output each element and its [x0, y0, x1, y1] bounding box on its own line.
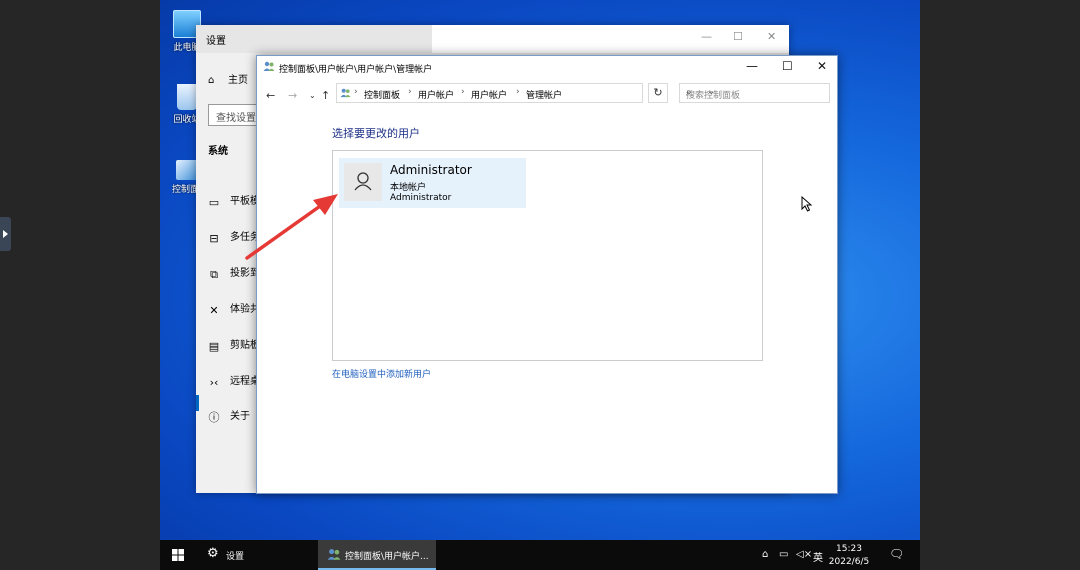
settings-item-label: 关于 [230, 411, 250, 422]
settings-search-input[interactable]: 查找设置 [208, 104, 262, 126]
taskbar: ⚙ 设置 控制面板\用户帐户... ⌂ ▭ ◁× 英 15:23 2022/6/… [160, 540, 920, 570]
settings-category: 系统 [208, 146, 228, 157]
minimize-icon[interactable]: — [701, 30, 712, 43]
shared-experience-icon: ✕ [209, 304, 219, 317]
search-icon: ⌕ [686, 87, 692, 98]
cp-titlebar[interactable]: 控制面板\用户帐户\用户帐户\管理帐户 — ☐ ✕ [257, 56, 837, 78]
taskbar-clock[interactable]: 15:23 2022/6/5 [824, 543, 874, 569]
breadcrumb-manage-accounts[interactable]: 管理帐户 [526, 88, 562, 101]
account-group: Administrator [390, 193, 452, 203]
info-icon: ⓘ [208, 411, 220, 424]
back-arrow-icon[interactable]: ← [266, 89, 275, 102]
clipboard-icon: ▤ [208, 340, 220, 353]
account-list: Administrator 本地帐户 Administrator [332, 150, 763, 361]
breadcrumb-separator[interactable]: › [461, 87, 465, 97]
windows-logo-icon [172, 549, 184, 561]
users-icon [263, 61, 275, 72]
account-type: 本地帐户 [390, 183, 427, 193]
breadcrumb-separator[interactable]: › [408, 87, 412, 97]
refresh-button[interactable]: ↻ [648, 83, 668, 103]
gear-icon: ⚙ [207, 546, 219, 561]
minimize-icon[interactable]: — [746, 59, 758, 73]
breadcrumb-control-panel[interactable]: 控制面板 [364, 88, 400, 101]
taskbar-control-panel-label: 控制面板\用户帐户... [345, 552, 429, 562]
mouse-cursor-icon [801, 196, 812, 212]
refresh-icon: ↻ [653, 86, 663, 99]
cp-window-title: 控制面板\用户帐户\用户帐户\管理帐户 [279, 65, 433, 75]
active-item-indicator [196, 395, 199, 411]
taskbar-settings-label: 设置 [226, 552, 245, 562]
maximize-icon[interactable]: ☐ [733, 30, 743, 43]
multitasking-icon: ⊟ [209, 232, 219, 245]
settings-item-clipboard[interactable]: ▤ 剪贴板 [208, 336, 260, 353]
ime-indicator[interactable]: 英 [813, 549, 823, 564]
control-panel-icon [176, 160, 198, 180]
users-icon [327, 549, 341, 560]
settings-search-placeholder: 查找设置 [216, 113, 256, 124]
account-tile-administrator[interactable]: Administrator 本地帐户 Administrator [339, 158, 526, 208]
up-arrow-icon[interactable]: ↑ [321, 89, 330, 102]
account-name: Administrator [390, 163, 472, 177]
settings-home[interactable]: ⌂ 主页 [208, 71, 248, 86]
breadcrumb-separator[interactable]: › [354, 87, 358, 97]
recycle-bin-icon [177, 84, 197, 110]
network-icon[interactable]: ▭ [779, 549, 788, 560]
remote-desktop-icon: ›‹ [209, 376, 219, 389]
users-icon [340, 88, 351, 98]
close-icon[interactable]: ✕ [767, 30, 776, 43]
breadcrumb-separator[interactable]: › [516, 87, 520, 97]
breadcrumb-user-accounts-2[interactable]: 用户帐户 [471, 88, 507, 101]
settings-title: 设置 [206, 36, 226, 47]
address-bar[interactable]: › 控制面板 › 用户帐户 › 用户帐户 › 管理帐户 ⌄ [336, 83, 715, 103]
close-icon[interactable]: ✕ [817, 59, 827, 73]
settings-item-about[interactable]: ⓘ 关于 [208, 407, 251, 424]
tablet-icon: ▭ [208, 196, 220, 209]
home-icon: ⌂ [208, 75, 215, 86]
maximize-icon[interactable]: ☐ [782, 59, 793, 73]
clock-date: 2022/6/5 [828, 557, 870, 567]
usb-device-icon[interactable]: ⌂ [762, 549, 768, 560]
control-panel-window: 控制面板\用户帐户\用户帐户\管理帐户 — ☐ ✕ ← → ⌄ ↑ › 控制面板… [256, 55, 838, 494]
volume-muted-icon[interactable]: ◁× [796, 549, 812, 560]
settings-home-label: 主页 [228, 75, 248, 86]
clock-time: 15:23 [836, 544, 862, 554]
user-avatar-icon [344, 163, 382, 201]
taskbar-settings-button[interactable]: ⚙ 设置 [201, 540, 316, 570]
settings-titlebar[interactable]: 设置 — ☐ ✕ [196, 25, 789, 53]
cp-search-input[interactable]: 搜索控制面板 ⌕ [679, 83, 830, 103]
breadcrumb-user-accounts[interactable]: 用户帐户 [418, 88, 454, 101]
page-heading: 选择要更改的用户 [332, 127, 420, 140]
recent-dropdown-icon[interactable]: ⌄ [309, 91, 316, 100]
start-button[interactable] [160, 540, 198, 570]
forward-arrow-icon[interactable]: → [288, 89, 297, 102]
notification-icon[interactable]: 🗨 [889, 547, 904, 561]
taskbar-control-panel-button[interactable]: 控制面板\用户帐户... [318, 540, 436, 570]
side-panel-toggle[interactable] [0, 217, 11, 251]
add-new-user-link[interactable]: 在电脑设置中添加新用户 [332, 367, 431, 380]
projection-icon: ⧉ [210, 268, 218, 281]
